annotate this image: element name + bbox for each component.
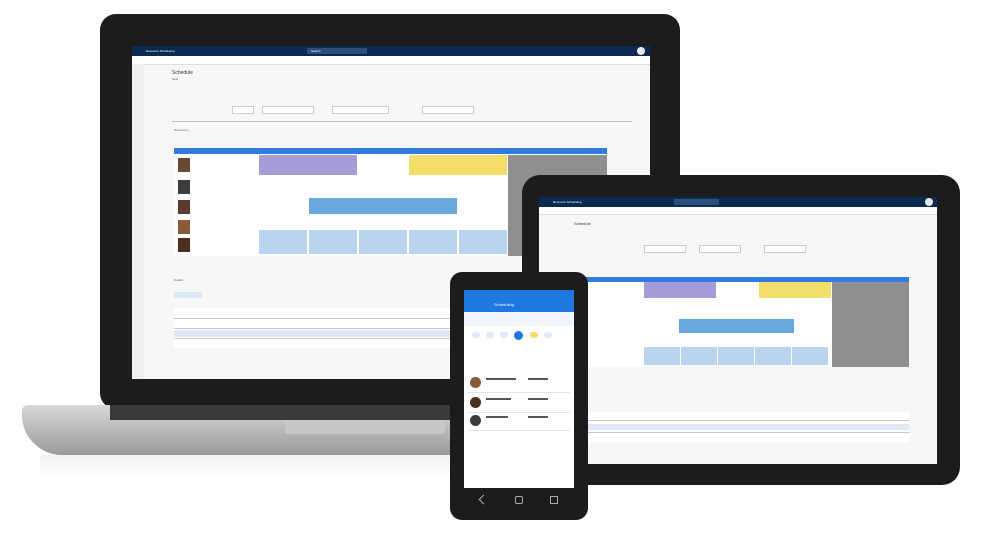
avatar-3 [178,200,190,214]
booking-block[interactable] [459,230,507,254]
phone-list-item[interactable] [468,412,570,431]
phone-header: Scheduling [464,290,574,312]
avatar-4 [178,220,190,234]
tablet-field-box[interactable] [644,245,686,253]
booking-block[interactable] [644,282,716,298]
divider [172,121,632,122]
avatar [470,377,481,388]
table-row [574,420,909,421]
phone-screen: Scheduling [464,290,574,488]
tablet-app-title: Resource Scheduling [553,200,582,204]
resources-section-label: Resources [174,128,189,132]
filter-chip[interactable] [486,332,494,338]
booking-block[interactable] [759,282,831,298]
booking-block[interactable] [755,347,791,365]
phone-nav-buttons [478,494,560,505]
avatar [470,397,481,408]
grid-header-row [174,148,607,154]
avatar-1 [178,158,190,172]
phone-filter-row [472,330,566,340]
tablet-search-box[interactable] [674,199,719,205]
avatar [470,415,481,426]
details-section-label: Details [174,278,184,282]
list-item-text [486,378,516,380]
booking-block[interactable] [409,155,507,175]
filter-chip-active[interactable] [514,331,523,340]
booking-block[interactable] [644,347,680,365]
laptop-trackpad [285,420,445,434]
avatar-5 [178,238,190,252]
back-icon[interactable] [478,494,489,505]
table-row-selected[interactable] [574,424,909,430]
phone-header-title: Scheduling [494,302,514,307]
command-bar [132,56,650,65]
top-navigation-bar: Resource Scheduling Search [132,46,650,56]
phone-list-item[interactable] [468,394,570,413]
booking-block[interactable] [409,230,457,254]
tablet-command-bar [539,207,937,215]
list-item-text [486,398,511,400]
booking-block[interactable] [681,347,717,365]
tablet-field-box[interactable] [764,245,806,253]
phone-subheader [464,312,574,326]
tablet-page-title: Schedule [574,221,591,226]
booking-block[interactable] [259,230,307,254]
field-box-2[interactable] [262,106,314,114]
list-item-text [486,416,508,418]
filter-chip[interactable] [472,332,480,338]
phone-list-item[interactable] [468,374,570,393]
tablet-top-navigation-bar: Resource Scheduling [539,197,937,207]
menu-icon[interactable] [550,496,558,504]
booking-block[interactable] [718,347,754,365]
booking-block[interactable] [309,198,457,214]
list-item-time [528,398,548,400]
booking-block[interactable] [359,230,407,254]
booking-block[interactable] [792,347,828,365]
booking-block[interactable] [309,230,357,254]
left-nav [132,64,144,379]
tablet-user-avatar[interactable] [925,198,933,206]
field-box-4[interactable] [422,106,474,114]
booking-block[interactable] [679,319,794,333]
tablet-screen: Resource Scheduling Schedule [539,197,937,464]
filter-chip[interactable] [500,332,508,338]
tablet-field-box[interactable] [699,245,741,253]
avatar-2 [178,180,190,194]
details-tab-active[interactable] [174,292,202,298]
booking-block[interactable] [259,155,357,175]
field-box-3[interactable] [332,106,389,114]
tablet-details-table [574,412,909,442]
list-item-time [528,378,548,380]
page-title: Schedule [172,70,193,76]
home-icon[interactable] [515,496,523,504]
status-title: New [172,77,179,81]
search-placeholder: Search [311,49,321,53]
app-title: Resource Scheduling [146,49,175,53]
table-row [574,432,909,433]
unavailable-block [832,282,909,367]
search-box[interactable]: Search [307,48,367,54]
list-item-time [528,416,548,418]
filter-chip[interactable] [530,332,538,338]
filter-chip[interactable] [544,332,552,338]
tablet-schedule-grid [574,277,909,367]
field-box-1[interactable] [232,106,254,114]
user-avatar[interactable] [637,47,645,55]
